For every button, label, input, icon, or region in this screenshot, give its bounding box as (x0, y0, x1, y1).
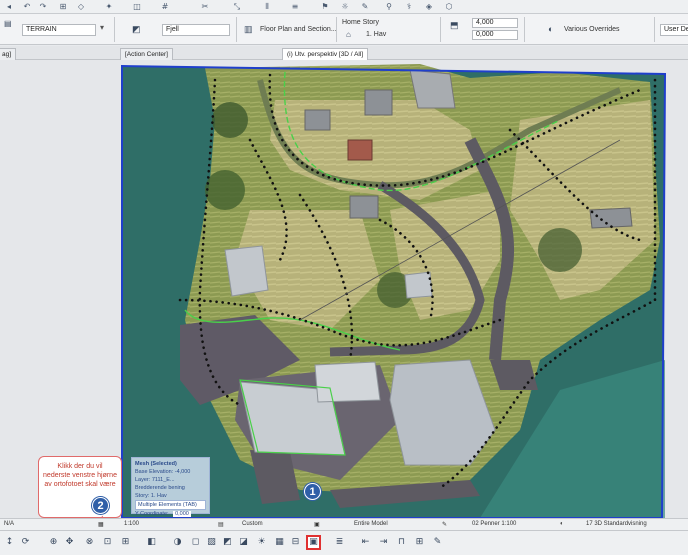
eyedropper-icon[interactable]: ⚲ (384, 2, 394, 11)
callout-text: Klikk der du vil nederste venstre hjørne… (43, 463, 117, 488)
standard-view-value[interactable]: 17 3D Standardvisning (586, 521, 647, 527)
elevation-view-icon[interactable]: ⊓ (396, 537, 407, 548)
override-icon: ◐ (560, 521, 564, 527)
mesh-icon[interactable]: ◈ (424, 2, 434, 11)
tracker-multiple: Multiple Elements (TAB) (135, 500, 206, 510)
cutaway-icon[interactable]: ◪ (238, 537, 249, 548)
tracker-panel: Mesh (Selected) Base Elevation: -4,000 L… (131, 457, 210, 517)
flag-icon[interactable]: ⚑ (320, 2, 330, 11)
status-na: N/A (4, 521, 15, 527)
story-icon: ⌂ (346, 30, 351, 39)
tracker-title: Mesh (Selected) (135, 461, 177, 467)
tracker-coordinate-row: Y Coordinate: 0,000 (135, 510, 206, 518)
wireframe-icon[interactable]: ◻ (190, 537, 201, 548)
layer-icon[interactable]: ◇ (76, 2, 86, 11)
tracker-base-elevation: Base Elevation: -4,000 (135, 469, 191, 475)
pen-set-icon: ✎ (442, 522, 448, 528)
bottom-toolbar: ↕ ⟳ ⊕ ✥ ⊗ ⊡ ⊞ ◧ ◑ ◻ ▨ ◩ ◪ ☀ ▦ ⊟ ▣ ≣ ⇤ ⇥ … (0, 530, 688, 555)
elevation-icon: ⬒ (450, 20, 459, 30)
chevron-down-icon[interactable]: ▾ (100, 23, 104, 32)
align-icon[interactable]: ⫴ (262, 2, 272, 11)
fill-icon: ◩ (132, 24, 141, 34)
fill-field[interactable]: Fjell (162, 24, 230, 36)
layers-icon[interactable]: ≣ (334, 537, 345, 548)
user-defined-field[interactable]: User Defi (660, 24, 688, 36)
undo-icon[interactable]: ↶ (22, 2, 32, 11)
redo-icon[interactable]: ↷ (38, 2, 48, 11)
align-right-icon[interactable]: ⇥ (378, 537, 389, 548)
orbit-icon[interactable]: ⊗ (84, 537, 95, 548)
step-badge-2: 2 (92, 497, 109, 514)
magic-wand-icon[interactable]: ✦ (104, 2, 114, 11)
structure-icon: ▥ (244, 24, 253, 34)
sun-icon[interactable]: ☀ (256, 537, 267, 548)
info-box: ▤ TERRAIN ▾ ◩ Fjell ▥ Floor Plan and Sec… (0, 14, 688, 45)
hidden-line-icon[interactable]: ▨ (206, 537, 217, 548)
view-settings-icon[interactable]: ◧ (146, 537, 157, 548)
scale-value[interactable]: 1:100 (124, 521, 139, 527)
status-bar: N/A ▦ 1:100 ▤ Custom ▣ Entire Model ✎ 02… (0, 518, 688, 530)
tracker-coordinate-value[interactable]: 0,000 (173, 511, 191, 517)
render-icon[interactable]: ☼ (340, 2, 350, 11)
tab-3d-view[interactable]: (i) Utv. perspektiv [3D / All] (282, 48, 369, 60)
grid-snap-icon[interactable]: # (160, 2, 170, 11)
home-story-value[interactable]: 1. Hav (366, 31, 386, 38)
shading-icon[interactable]: ◑ (172, 537, 183, 548)
layer-combination[interactable]: Custom (242, 521, 263, 527)
layer-combo-icon: ▤ (218, 522, 224, 528)
dimension-icon[interactable]: ⊟ (290, 537, 301, 548)
arrow-icon[interactable]: ◂ (4, 2, 14, 11)
fit-window-icon[interactable]: ⊡ (102, 537, 113, 548)
tab-bar: ag] [Action Center] (i) Utv. perspektiv … (0, 46, 688, 60)
inject-icon[interactable]: ⚕ (404, 2, 414, 11)
building-shed (314, 361, 381, 403)
find-select-icon[interactable]: ⊞ (58, 2, 68, 11)
model-view-value[interactable]: Entire Model (354, 521, 388, 527)
main-toolbar: ◂ ↶ ↷ ⊞ ◇ ✦ ◫ # ✂ ⤡ ⫴ ≡ ⚑ ☼ ✎ ⚲ ⚕ ◈ ⬡ (0, 0, 688, 14)
navigate-icon[interactable]: ↕ (4, 537, 15, 548)
distribute-icon[interactable]: ≡ (290, 2, 300, 11)
refresh-icon[interactable]: ⟳ (20, 537, 31, 548)
orthophoto-drawing[interactable] (0, 60, 688, 518)
tracker-story: Story: 1. Hav (135, 493, 167, 499)
align-left-icon[interactable]: ⇤ (360, 537, 371, 548)
cube-icon[interactable]: ⬡ (444, 2, 454, 11)
table-icon[interactable]: ⊞ (414, 537, 425, 548)
model-viewport[interactable]: Klikk der du vil nederste venstre hjørne… (0, 60, 688, 518)
tracker-coordinate-label: Y Coordinate: (135, 511, 169, 517)
pet-palette-icon[interactable]: ✎ (360, 2, 370, 11)
pen-set-value[interactable]: 02 Penner 1:100 (472, 521, 516, 527)
home-story-label: Home Story (342, 19, 379, 26)
overrides-icon: ◐ (548, 24, 554, 34)
instruction-callout: Klikk der du vil nederste venstre hjørne… (38, 456, 122, 518)
scale-icon: ▦ (98, 522, 104, 528)
step-badge-1: 1 (304, 483, 321, 500)
resize-icon[interactable]: ⤡ (232, 2, 242, 11)
elevation-bottom-field[interactable]: 0,000 (472, 30, 518, 40)
trace-icon[interactable]: ◫ (132, 2, 142, 11)
split-icon[interactable]: ✂ (200, 2, 210, 11)
overrides-label[interactable]: Various Overrides (564, 26, 620, 33)
zoom-icon[interactable]: ⊕ (48, 537, 59, 548)
model-view-icon: ▣ (314, 522, 320, 528)
building-house-1 (409, 69, 456, 109)
pan-icon[interactable]: ✥ (64, 537, 75, 548)
pencil-icon[interactable]: ✎ (432, 537, 443, 548)
tab-action-center[interactable]: [Action Center] (120, 48, 173, 60)
camera-icon[interactable]: ⊞ (120, 537, 131, 548)
floor-plan-label[interactable]: Floor Plan and Section... (260, 26, 337, 33)
elevation-top-field[interactable]: 4,000 (472, 18, 518, 28)
grid-icon[interactable]: ▦ (274, 537, 285, 548)
tab-left[interactable]: ag] (0, 48, 17, 60)
tracker-layer: Layer: 7111_E... Bredderende bening (135, 477, 185, 491)
place-orthophoto-icon[interactable]: ▣ (306, 535, 321, 550)
layer-field[interactable]: TERRAIN (22, 24, 96, 36)
section-icon[interactable]: ◩ (222, 537, 233, 548)
layer-icon: ▤ (4, 19, 12, 28)
